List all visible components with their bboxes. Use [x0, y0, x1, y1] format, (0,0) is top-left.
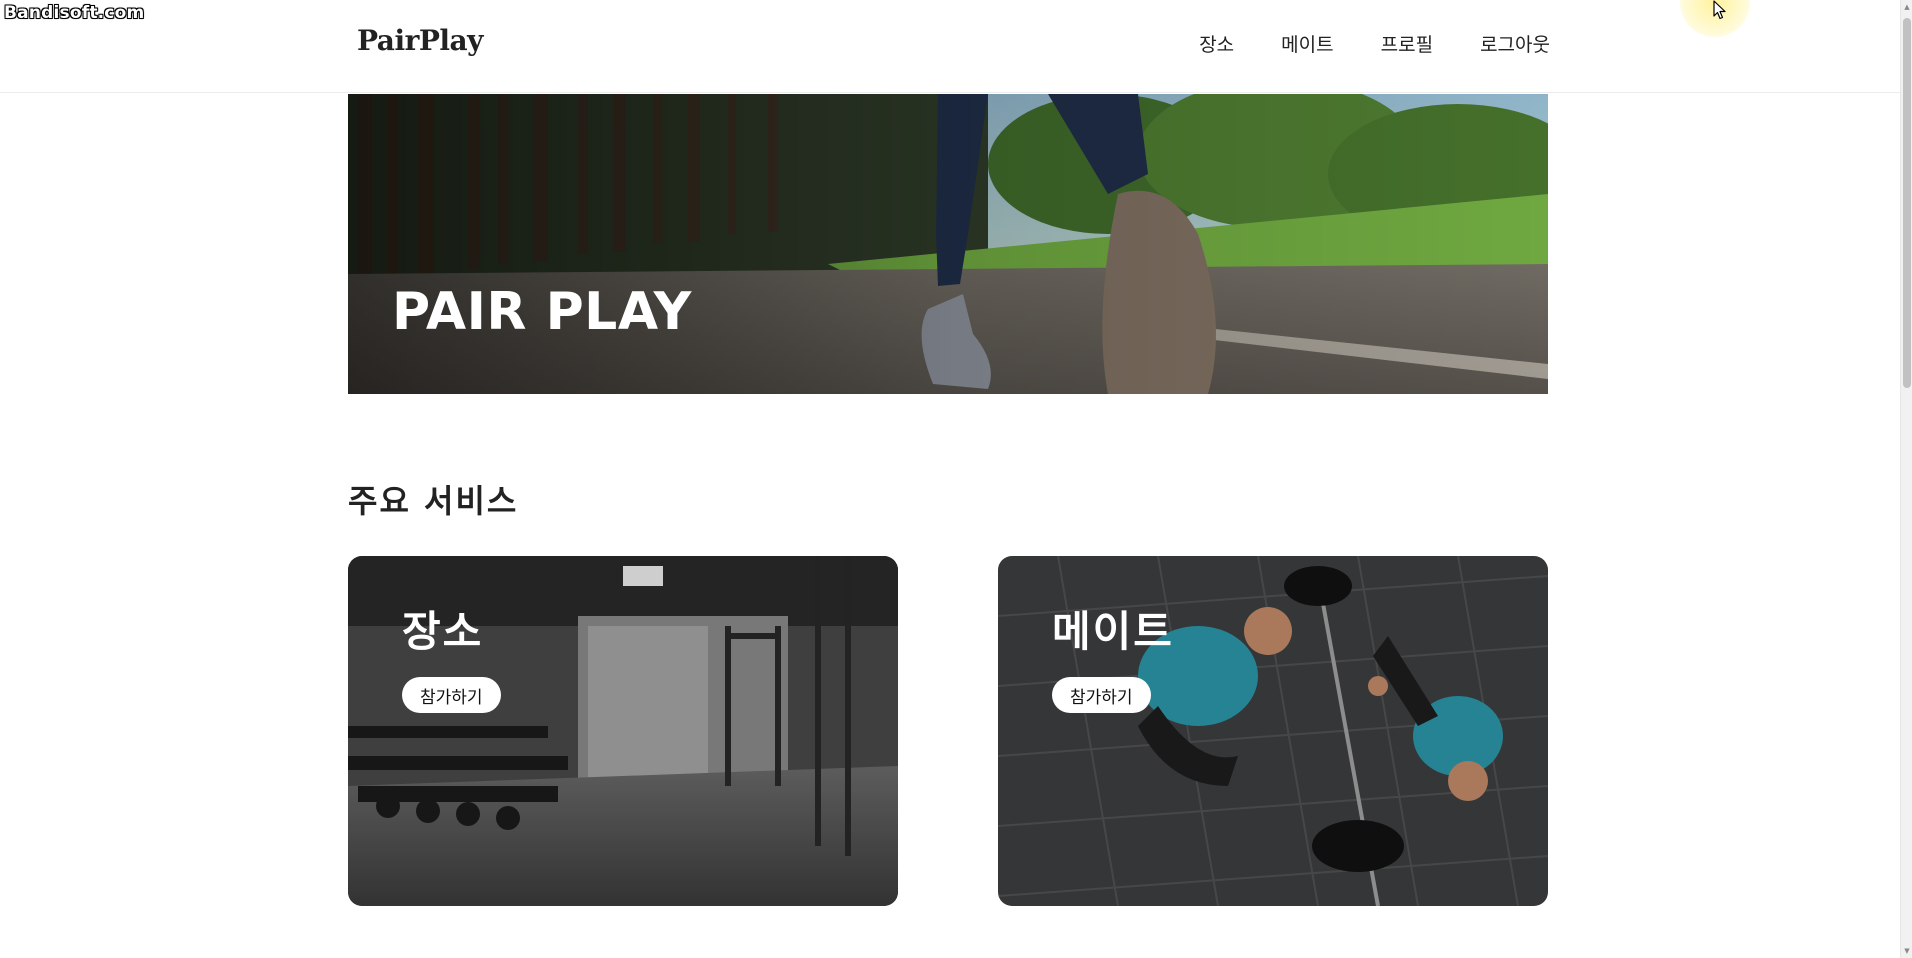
nav-item-mate[interactable]: 메이트: [1281, 30, 1333, 57]
service-card-place[interactable]: 장소 참가하기: [348, 556, 898, 906]
join-button-mate[interactable]: 참가하기: [1052, 677, 1151, 713]
card-title-mate: 메이트: [1052, 607, 1174, 656]
card-title-place: 장소: [402, 607, 484, 656]
join-button-place[interactable]: 참가하기: [402, 677, 501, 713]
site-logo[interactable]: PairPlay: [357, 24, 483, 57]
service-card-mate[interactable]: 메이트 참가하기: [998, 556, 1548, 906]
nav-item-place[interactable]: 장소: [1199, 30, 1234, 57]
scroll-up-arrow-icon[interactable]: ▲: [1903, 3, 1911, 11]
services-heading: 주요 서비스: [348, 482, 519, 520]
hero-title: PAIR PLAY: [392, 282, 692, 342]
mouse-cursor-icon: [1713, 0, 1726, 20]
recorder-watermark: Bandisoft.com: [4, 3, 145, 23]
nav-item-logout[interactable]: 로그아웃: [1480, 30, 1550, 57]
scrollbar-thumb[interactable]: [1903, 18, 1911, 388]
main-navigation: 장소 메이트 프로필 로그아웃: [1199, 30, 1550, 57]
scroll-down-arrow-icon[interactable]: ▼: [1903, 947, 1911, 955]
top-navbar: PairPlay 장소 메이트 프로필 로그아웃: [0, 0, 1900, 93]
hero-running-image: [348, 94, 1548, 394]
nav-item-profile[interactable]: 프로필: [1381, 30, 1433, 57]
page-scrollbar[interactable]: ▲ ▼: [1900, 0, 1912, 958]
hero-banner: PAIR PLAY: [348, 94, 1548, 394]
